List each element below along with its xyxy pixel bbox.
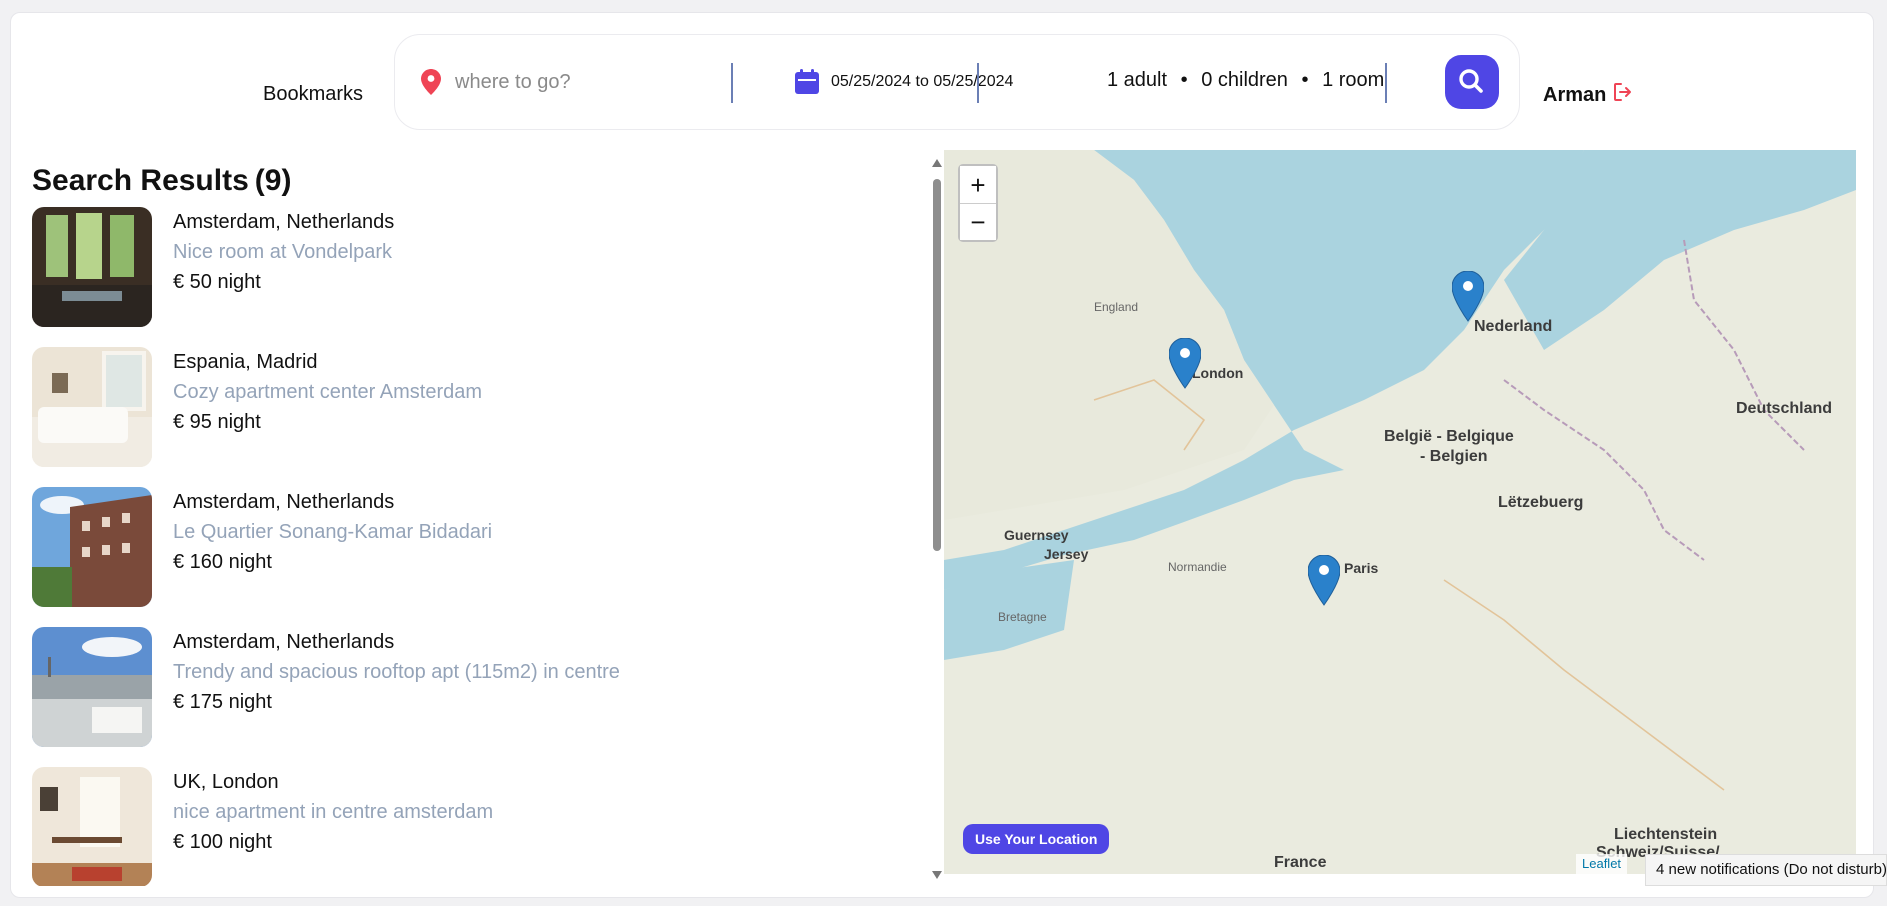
list-item[interactable]: Amsterdam, Netherlands Trendy and spacio… bbox=[32, 627, 892, 749]
list-item[interactable]: Espania, Madrid Cozy apartment center Am… bbox=[32, 347, 892, 469]
map-label-belgie: België - Belgique bbox=[1384, 428, 1514, 445]
scroll-down-icon[interactable] bbox=[932, 871, 942, 879]
map-tiles bbox=[944, 150, 1856, 874]
search-button[interactable] bbox=[1445, 55, 1499, 109]
listing-price: € 175 night bbox=[173, 691, 272, 713]
list-item[interactable]: UK, London nice apartment in centre amst… bbox=[32, 767, 892, 886]
listing-name: Nice room at Vondelpark bbox=[173, 241, 393, 263]
scroll-thumb[interactable] bbox=[933, 179, 941, 551]
map-attribution[interactable]: Leaflet bbox=[1576, 854, 1628, 874]
map[interactable]: London England Nederland België - Belgiq… bbox=[944, 150, 1856, 874]
listing-name: Trendy and spacious rooftop apt (115m2) … bbox=[173, 661, 620, 683]
map-label-liechtenstein: Liechtenstein bbox=[1614, 826, 1718, 843]
children-count: 0 children bbox=[1201, 69, 1288, 91]
map-label-paris: Paris bbox=[1344, 560, 1379, 576]
listing-name: Cozy apartment center Amsterdam bbox=[173, 381, 483, 403]
listing-price: € 160 night bbox=[173, 551, 272, 573]
listing-photo bbox=[32, 487, 152, 607]
destination-input[interactable] bbox=[455, 63, 755, 101]
user-name: Arman bbox=[1543, 84, 1607, 106]
listing-photo bbox=[32, 627, 152, 747]
listing-photo bbox=[32, 207, 152, 327]
separator: • bbox=[1180, 69, 1188, 91]
map-label-guernsey: Guernsey bbox=[1004, 527, 1069, 543]
zoom-out-button[interactable]: − bbox=[960, 203, 996, 240]
results-scrollbar[interactable] bbox=[929, 159, 945, 879]
map-label-deutschland: Deutschland bbox=[1736, 400, 1833, 417]
listing-location: Espania, Madrid bbox=[173, 351, 318, 373]
divider bbox=[731, 63, 733, 103]
map-label-normandie: Normandie bbox=[1168, 560, 1227, 574]
results-count: (9) bbox=[254, 164, 292, 197]
zoom-control: + − bbox=[958, 164, 998, 242]
listing-location: Amsterdam, Netherlands bbox=[173, 491, 395, 513]
map-marker-icon[interactable] bbox=[1452, 271, 1484, 323]
adults-count: 1 adult bbox=[1107, 69, 1168, 91]
calendar-icon[interactable] bbox=[794, 69, 820, 95]
map-label-letzebuerg: Lëtzebuerg bbox=[1498, 494, 1584, 511]
bookmarks-link[interactable]: Bookmarks bbox=[263, 83, 363, 106]
notification-toast[interactable]: 4 new notifications (Do not disturb) bbox=[1645, 854, 1887, 886]
map-label-jersey: Jersey bbox=[1044, 546, 1089, 562]
logout-icon[interactable] bbox=[1612, 81, 1634, 103]
search-icon bbox=[1459, 69, 1483, 93]
divider bbox=[1385, 63, 1387, 103]
map-marker-icon[interactable] bbox=[1308, 555, 1340, 607]
results-title: Search Results (9) bbox=[32, 164, 291, 198]
app-window: Bookmarks 05/25/2024 to 05/25/2024 1 adu… bbox=[10, 12, 1874, 898]
listing-photo bbox=[32, 767, 152, 886]
search-results: Search Results (9) Amsterdam, Netherlands… bbox=[32, 150, 932, 886]
zoom-in-button[interactable]: + bbox=[960, 166, 996, 203]
listing-name: Le Quartier Sonang-Kamar Bidadari bbox=[173, 521, 493, 543]
divider bbox=[977, 63, 979, 103]
map-label-bretagne: Bretagne bbox=[998, 610, 1047, 624]
guest-options[interactable]: 1 adult • 0 children • 1 room bbox=[1107, 69, 1384, 92]
listing-price: € 95 night bbox=[173, 411, 261, 433]
list-item[interactable]: Amsterdam, Netherlands Le Quartier Sonan… bbox=[32, 487, 892, 609]
use-location-button[interactable]: Use Your Location bbox=[963, 824, 1110, 854]
scroll-up-icon[interactable] bbox=[932, 159, 942, 167]
listing-location: Amsterdam, Netherlands bbox=[173, 211, 395, 233]
location-pin-icon bbox=[421, 69, 441, 95]
map-label-nederland: Nederland bbox=[1474, 318, 1553, 335]
map-label-belgien: - Belgien bbox=[1420, 448, 1488, 465]
listing-location: Amsterdam, Netherlands bbox=[173, 631, 395, 653]
date-range[interactable]: 05/25/2024 to 05/25/2024 bbox=[831, 73, 1013, 91]
list-item[interactable]: Amsterdam, Netherlands Nice room at Vond… bbox=[32, 207, 892, 329]
listing-photo bbox=[32, 347, 152, 467]
separator: • bbox=[1301, 69, 1309, 91]
listing-price: € 100 night bbox=[173, 831, 272, 853]
listing-price: € 50 night bbox=[173, 271, 261, 293]
results-title-text: Search Results bbox=[32, 164, 249, 197]
listing-name: nice apartment in centre amsterdam bbox=[173, 801, 494, 823]
listing-location: UK, London bbox=[173, 771, 279, 793]
map-label-england: England bbox=[1094, 300, 1139, 314]
map-marker-icon[interactable] bbox=[1169, 338, 1201, 390]
rooms-count: 1 room bbox=[1322, 69, 1385, 91]
map-label-france: France bbox=[1274, 854, 1327, 871]
search-bar: 05/25/2024 to 05/25/2024 1 adult • 0 chi… bbox=[394, 34, 1520, 130]
